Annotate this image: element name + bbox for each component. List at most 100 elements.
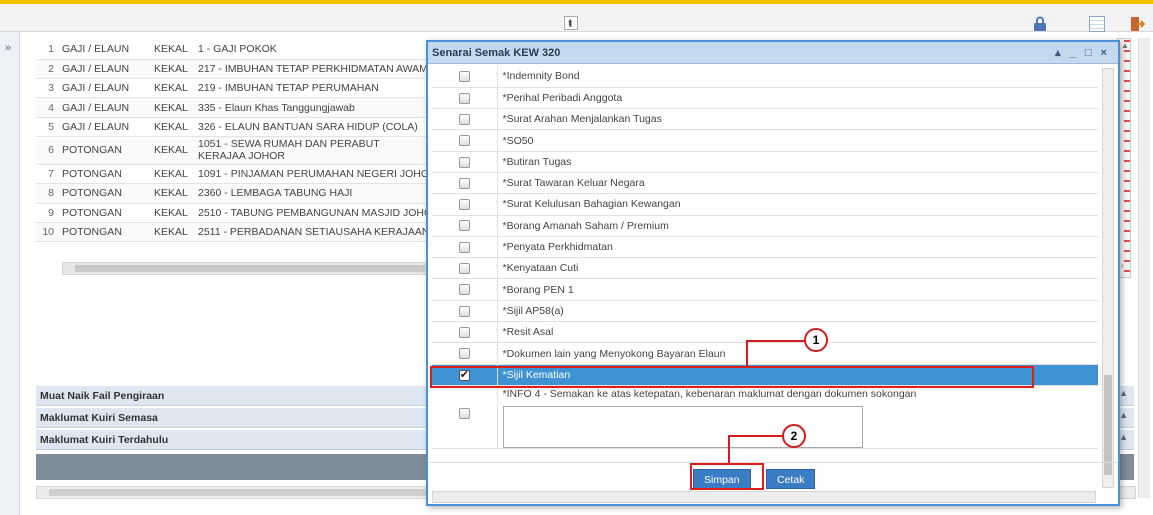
- cell-desc: 2510 - TABUNG PEMBANGUNAN MASJID JOHO: [194, 203, 431, 223]
- info4-row: *INFO 4 - Semakan ke atas ketepatan, keb…: [432, 385, 1098, 449]
- checklist-checkbox[interactable]: [458, 305, 470, 317]
- checklist-checkbox[interactable]: [458, 156, 470, 168]
- checklist-row[interactable]: *Perihal Peribadi Anggota: [432, 87, 1098, 110]
- checklist-checkbox[interactable]: [458, 92, 470, 104]
- checkbox-cell: [432, 257, 498, 280]
- table-row[interactable]: 10 POTONGAN KEKAL 2511 - PERBADANAN SETIAUS…: [36, 222, 431, 243]
- checklist-checkbox[interactable]: [458, 199, 470, 211]
- collapse-panel-button[interactable]: ⮬: [564, 16, 578, 30]
- scroll-thumb[interactable]: [75, 265, 425, 272]
- callout-leader-2: [728, 435, 782, 437]
- checkbox-cell: [432, 385, 498, 449]
- checklist-checkbox[interactable]: [458, 71, 470, 83]
- checklist-checkbox[interactable]: [458, 284, 470, 296]
- table-row[interactable]: 9 POTONGAN KEKAL 2510 - TABUNG PEMBANGUNAN …: [36, 203, 431, 223]
- checklist-row[interactable]: *Surat Arahan Menjalankan Tugas: [432, 108, 1098, 131]
- info4-textarea[interactable]: [502, 405, 863, 448]
- page-vertical-scrollbar[interactable]: [1138, 38, 1150, 498]
- cell-no: 6: [36, 136, 58, 165]
- required-markers: [1124, 40, 1130, 280]
- table-row[interactable]: 2 GAJI / ELAUN KEKAL 217 - IMBUHAN TETAP PE…: [36, 59, 431, 80]
- table-row[interactable]: 6 POTONGAN KEKAL 1051 - SEWA RUMAH DAN PERA…: [36, 136, 431, 165]
- checklist-checkbox[interactable]: [458, 326, 470, 338]
- cell-no: 8: [36, 183, 58, 204]
- checklist-checkbox[interactable]: [458, 220, 470, 232]
- cell-desc: 1091 - PINJAMAN PERUMAHAN NEGERI JOHO: [194, 164, 431, 185]
- checklist-row[interactable]: *Borang PEN 1: [432, 278, 1098, 301]
- table-row[interactable]: 8 POTONGAN KEKAL 2360 - LEMBAGA TABUNG HAJI: [36, 183, 431, 204]
- callout-leader-1: [746, 340, 748, 368]
- checklist-row[interactable]: *Dokumen lain yang Menyokong Bayaran Ela…: [432, 342, 1098, 365]
- cell-category: POTONGAN: [58, 136, 150, 165]
- print-button[interactable]: Cetak: [766, 469, 816, 489]
- cell-category: GAJI / ELAUN: [58, 97, 150, 118]
- checklist-checkbox[interactable]: [458, 348, 470, 360]
- checklist-body: *Indemnity Bond *Perihal Peribadi Anggota…: [432, 66, 1098, 486]
- checklist-row[interactable]: *Borang Amanah Saham / Premium: [432, 215, 1098, 237]
- checklist-row[interactable]: *Butiran Tugas: [432, 151, 1098, 173]
- table-row[interactable]: 1 GAJI / ELAUN KEKAL 1 - GAJI POKOK: [36, 40, 431, 60]
- checklist-label: *Borang PEN 1: [497, 278, 1098, 301]
- checkbox-cell: [432, 278, 498, 301]
- expand-icon[interactable]: ▲: [1119, 388, 1128, 398]
- cell-no: 5: [36, 117, 58, 137]
- scroll-thumb[interactable]: [1104, 375, 1112, 475]
- allowance-table: 1 GAJI / ELAUN KEKAL 1 - GAJI POKOK 2 GAJI / …: [36, 40, 431, 243]
- checklist-label: *Surat Kelulusan Bahagian Kewangan: [497, 193, 1098, 216]
- checklist-label: *Dokumen lain yang Menyokong Bayaran Ela…: [497, 342, 1098, 365]
- checklist-row[interactable]: *Surat Kelulusan Bahagian Kewangan: [432, 193, 1098, 216]
- expand-sidebar-icon[interactable]: »: [5, 42, 11, 54]
- exit-icon[interactable]: [1129, 16, 1145, 32]
- checklist-label: *Indemnity Bond: [497, 66, 1098, 88]
- expand-icon[interactable]: ▲: [1119, 410, 1128, 420]
- checklist-checkbox[interactable]: [458, 263, 470, 275]
- info4-checkbox[interactable]: [458, 407, 470, 419]
- cell-category: GAJI / ELAUN: [58, 78, 150, 99]
- dialog-vertical-scrollbar[interactable]: [1102, 68, 1114, 488]
- expand-icon[interactable]: ▲: [1119, 432, 1128, 442]
- checklist-checkbox[interactable]: [458, 177, 470, 189]
- checkbox-cell: [432, 193, 498, 216]
- callout-leader-1: [746, 340, 808, 342]
- top-toolbar: ⮬: [0, 0, 1153, 32]
- highlight-selected-row: [430, 366, 1034, 388]
- checklist-row[interactable]: *Penyata Perkhidmatan: [432, 236, 1098, 259]
- cell-status: KEKAL: [150, 183, 194, 204]
- table-row[interactable]: 7 POTONGAN KEKAL 1091 - PINJAMAN PERUMAHAN …: [36, 164, 431, 185]
- checklist-row[interactable]: *Sijil AP58(a): [432, 300, 1098, 323]
- checklist-checkbox[interactable]: [458, 241, 470, 253]
- checkbox-cell: [432, 236, 498, 259]
- table-row[interactable]: 5 GAJI / ELAUN KEKAL 326 - ELAUN BANTUAN SA…: [36, 117, 431, 137]
- dialog-title-bar[interactable]: Senarai Semak KEW 320 ▴ _ □ ×: [428, 42, 1118, 64]
- checklist-row[interactable]: *Kenyataan Cuti: [432, 257, 1098, 280]
- dialog-horizontal-scrollbar[interactable]: [432, 491, 1096, 503]
- window-controls[interactable]: ▴ _ □ ×: [1055, 46, 1110, 59]
- checklist-label: *Penyata Perkhidmatan: [497, 236, 1098, 259]
- scroll-thumb[interactable]: [49, 489, 429, 496]
- checklist-checkbox[interactable]: [458, 113, 470, 125]
- checklist-checkbox[interactable]: [458, 135, 470, 147]
- section-previous-query-label: Maklumat Kuiri Terdahulu: [40, 434, 169, 446]
- table-row[interactable]: 4 GAJI / ELAUN KEKAL 335 - Elaun Khas Tangg…: [36, 97, 431, 118]
- checklist-label: *Perihal Peribadi Anggota: [497, 87, 1098, 110]
- cell-desc: 1 - GAJI POKOK: [194, 40, 431, 60]
- cell-desc: 2511 - PERBADANAN SETIAUSAHA KERAJAAN: [194, 222, 431, 243]
- left-rail: »: [0, 32, 20, 515]
- checklist-label: *Kenyataan Cuti: [497, 257, 1098, 280]
- checklist-row[interactable]: *Surat Tawaran Keluar Negara: [432, 172, 1098, 195]
- checkbox-cell: [432, 129, 498, 152]
- grid-icon[interactable]: [1089, 16, 1105, 32]
- cell-status: KEKAL: [150, 222, 194, 243]
- checkbox-cell: [432, 300, 498, 323]
- checkbox-cell: [432, 215, 498, 237]
- cell-desc: 326 - ELAUN BANTUAN SARA HIDUP (COLA): [194, 117, 431, 137]
- lock-icon[interactable]: [1032, 16, 1048, 32]
- table-horizontal-scrollbar[interactable]: [62, 262, 430, 275]
- checklist-row[interactable]: *SO50: [432, 129, 1098, 152]
- table-row[interactable]: 3 GAJI / ELAUN KEKAL 219 - IMBUHAN TETAP PE…: [36, 78, 431, 99]
- cell-status: KEKAL: [150, 40, 194, 60]
- checklist-row[interactable]: *Indemnity Bond: [432, 66, 1098, 88]
- checklist-table: *Indemnity Bond *Perihal Peribadi Anggota…: [432, 66, 1098, 449]
- section-upload-label: Muat Naik Fail Pengiraan: [40, 390, 165, 402]
- checklist-label: *Butiran Tugas: [497, 151, 1098, 173]
